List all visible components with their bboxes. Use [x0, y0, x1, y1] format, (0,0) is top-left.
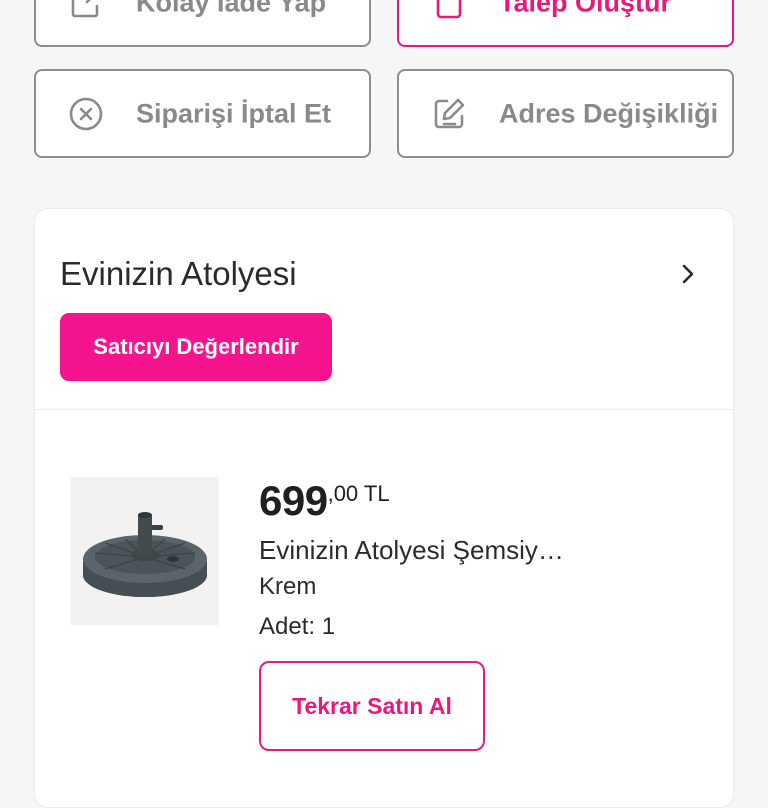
create-request-button[interactable]: Talep Oluştur	[397, 0, 734, 47]
order-seller-card: Evinizin Atolyesi Satıcıyı Değerlendir 6…	[34, 208, 734, 808]
clipboard-icon	[431, 0, 467, 21]
product-variant: Krem	[259, 573, 317, 600]
price-integer: 699	[259, 477, 328, 524]
seller-name[interactable]: Evinizin Atolyesi	[60, 255, 297, 293]
pencil-square-icon	[431, 96, 467, 132]
divider	[35, 409, 733, 410]
address-change-label: Adres Değişikliği	[499, 98, 719, 128]
umbrella-base-image[interactable]	[71, 477, 219, 625]
easy-return-button[interactable]: Kolay İade Yap	[34, 0, 371, 47]
create-request-label: Talep Oluştur	[499, 0, 672, 17]
product-title[interactable]: Evinizin Atolyesi Şemsiy…	[259, 535, 564, 566]
cancel-order-label: Siparişi İptal Et	[136, 98, 332, 128]
cancel-order-button[interactable]: Siparişi İptal Et	[34, 69, 371, 158]
external-edit-icon	[68, 0, 104, 21]
buy-again-button[interactable]: Tekrar Satın Al	[259, 661, 485, 751]
rate-seller-button[interactable]: Satıcıyı Değerlendir	[60, 313, 332, 381]
address-change-button[interactable]: Adres Değişikliği	[397, 69, 734, 158]
chevron-right-icon[interactable]	[675, 261, 701, 287]
easy-return-label: Kolay İade Yap	[136, 0, 327, 17]
circle-x-icon	[68, 96, 104, 132]
product-quantity: Adet: 1	[259, 613, 336, 640]
product-price: 699,00 TL	[259, 477, 390, 525]
price-decimal: ,00 TL	[327, 481, 390, 506]
